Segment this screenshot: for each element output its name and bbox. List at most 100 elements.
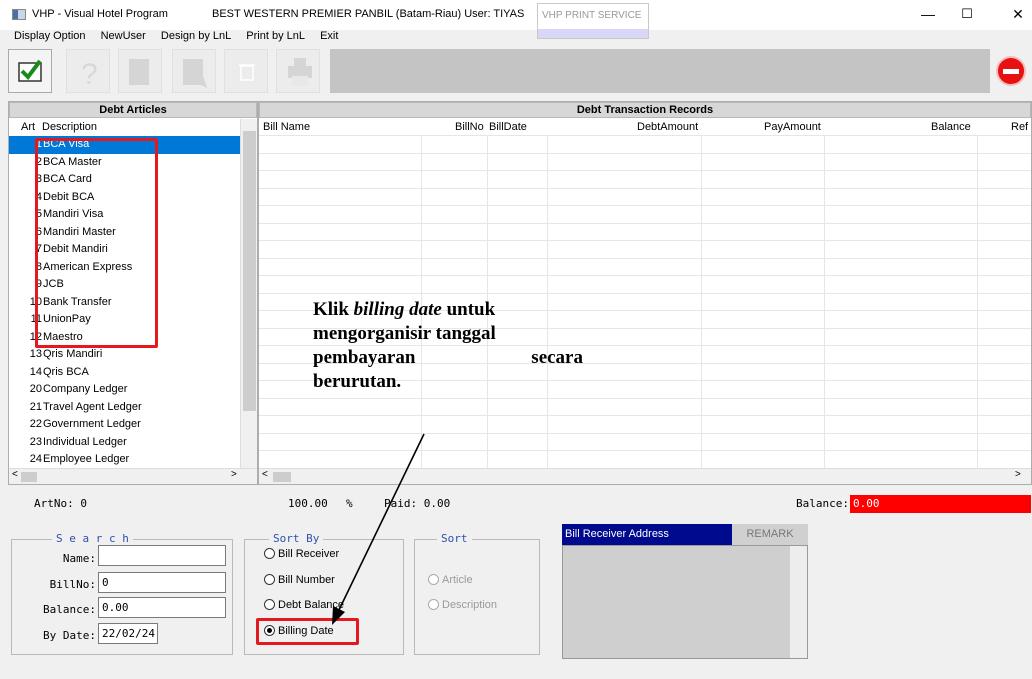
article-description: Individual Ledger [43,435,127,448]
sort-by-title: Sort By [269,532,324,545]
billno-input[interactable]: 0 [98,572,226,593]
article-number: 24 [29,453,42,465]
minimize-icon[interactable]: — [918,6,938,22]
debt-transactions-panel: Debt Transaction Records Bill Name BillN… [258,101,1032,485]
column-divider [977,135,978,468]
artno-label: ArtNo: 0 [34,497,87,510]
table-row [259,152,1031,154]
article-description: Qris BCA [43,365,89,378]
balance-label: Balance: [796,497,849,510]
app-title: VHP - Visual Hotel Program [32,8,168,20]
new-record-button[interactable] [118,49,162,93]
confirm-button[interactable] [8,49,52,93]
annotation-text: Klik billing date untuk mengorganisir ta… [313,299,583,392]
article-description: Employee Ledger [43,453,130,465]
article-number: 22 [29,418,42,430]
list-item[interactable]: 23 Individual Ledger [9,434,241,452]
name-label: Name: [62,552,96,565]
column-divider [824,135,825,468]
right-horizontal-scrollbar[interactable]: < > [259,468,1031,484]
edit-document-icon [183,59,207,88]
list-item[interactable]: 20 Company Ledger [9,381,241,399]
table-row [259,222,1031,224]
table-row [259,292,1031,294]
new-document-icon [129,59,149,85]
billno-label: BillNo: [49,578,96,591]
bydate-input[interactable]: 22/02/24 [98,623,158,644]
toolbar: ? [8,49,1032,95]
trash-icon [239,64,255,81]
table-row [259,450,1031,451]
table-row [259,415,1031,416]
article-number: 13 [29,348,42,360]
article-description: Travel Agent Ledger [43,400,142,413]
menu-new-user[interactable]: NewUser [101,30,146,42]
balance-search-label: Balance: [43,603,96,616]
sort-debt-balance-radio[interactable]: Debt Balance [264,599,344,611]
svg-text:?: ? [81,58,98,91]
table-row [259,170,1031,171]
balance-value: 0.00 [850,495,1031,513]
maximize-icon[interactable]: ☐ [957,6,977,22]
list-item[interactable]: 14 Qris BCA [9,364,241,382]
list-item[interactable]: 24 Employee Ledger [9,451,241,469]
printer-icon [288,58,312,86]
search-group-title: S e a r c h [52,532,133,545]
sort-bill-receiver-radio[interactable]: Bill Receiver [264,548,339,560]
col-ref[interactable]: Ref [1011,119,1028,135]
table-row [259,397,1031,399]
article-description: Company Ledger [43,383,128,395]
table-row [259,187,1031,189]
print-service-tab[interactable]: VHP PRINT SERVICE [537,3,649,39]
remark-tab[interactable]: REMARK [732,524,808,545]
menu-display-option[interactable]: Display Option [14,30,86,42]
col-bill-name[interactable]: Bill Name [263,119,310,135]
table-row [259,240,1031,241]
close-icon[interactable]: ✕ [1008,6,1028,22]
article-number: 20 [29,383,42,395]
stop-exit-icon[interactable] [996,56,1026,86]
list-item[interactable]: 22 Government Ledger [9,416,241,434]
left-horizontal-scrollbar[interactable]: < > [9,468,257,484]
name-input[interactable] [98,545,226,566]
list-item[interactable]: 13 Qris Mandiri [9,346,241,364]
col-billno[interactable]: BillNo [455,119,484,135]
col-billdate[interactable]: BillDate [489,119,527,135]
article-number: 14 [29,365,42,378]
toolbar-filler [330,49,990,93]
col-payamount[interactable]: PayAmount [764,119,821,135]
article-number: 21 [29,400,42,413]
bill-receiver-address-textarea[interactable] [562,545,808,659]
menu-design-by-lnl[interactable]: Design by LnL [161,30,231,42]
sort-group: Sort [414,532,540,655]
edit-record-button[interactable] [172,49,216,93]
question-icon: ? [81,58,98,91]
sort-bill-number-radio[interactable]: Bill Number [264,574,335,586]
table-row [259,275,1031,276]
percent-value: 100.00 [288,497,328,510]
col-art-header[interactable]: Art [21,119,35,135]
left-vertical-scrollbar[interactable] [240,119,257,469]
highlight-articles-box [35,138,158,348]
delete-button[interactable] [224,49,268,93]
col-balance[interactable]: Balance [931,119,971,135]
sort-article-radio[interactable]: Article [428,574,473,586]
bill-receiver-address-tab[interactable]: Bill Receiver Address [562,524,732,545]
app-window-icon [12,9,26,20]
check-icon [18,59,42,82]
article-description: Qris Mandiri [43,348,103,360]
menu-bar: Display Option NewUser Design by LnL Pri… [0,30,338,46]
list-item[interactable]: 21 Travel Agent Ledger [9,399,241,417]
help-button[interactable]: ? [66,49,110,93]
table-row [259,205,1031,206]
menu-print-by-lnl[interactable]: Print by LnL [246,30,305,42]
sort-title: Sort [437,532,472,545]
print-button[interactable] [276,49,320,93]
table-row [259,135,1031,136]
col-description-header[interactable]: Description [42,119,97,135]
menu-exit[interactable]: Exit [320,30,338,42]
col-debtamount[interactable]: DebtAmount [637,119,698,135]
sort-description-radio[interactable]: Description [428,599,497,611]
table-row [259,257,1031,259]
balance-search-input[interactable]: 0.00 [98,597,226,618]
